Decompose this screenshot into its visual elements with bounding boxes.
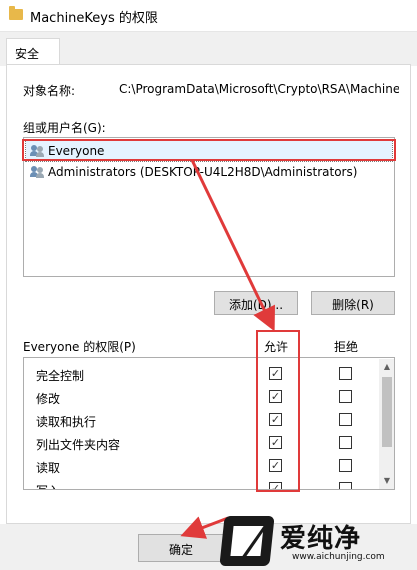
folder-icon — [9, 6, 23, 20]
permissions-label: Everyone 的权限(P) — [23, 340, 136, 354]
permissions-list[interactable]: 完全控制 ✓ 修改 ✓ 读取和执行 ✓ 列出文件夹内容 ✓ 读取 ✓ 写入 ✓ … — [23, 357, 395, 490]
permission-name: 读取和执行 — [36, 415, 97, 429]
permission-row: 写入 ✓ — [34, 478, 364, 489]
deny-checkbox[interactable] — [339, 459, 352, 472]
permission-row: 读取和执行 ✓ — [34, 409, 364, 432]
watermark-logo-icon — [219, 516, 275, 566]
permission-row: 列出文件夹内容 ✓ — [34, 432, 364, 455]
watermark-url: www.aichunjing.com — [292, 552, 385, 562]
scroll-up-arrow-icon[interactable]: ▲ — [379, 359, 394, 375]
deny-checkbox[interactable] — [339, 436, 352, 449]
permission-name: 读取 — [36, 461, 61, 475]
permissions-scrollbar[interactable]: ▲ ▼ — [379, 359, 394, 489]
scroll-down-arrow-icon[interactable]: ▼ — [379, 473, 394, 489]
tab-strip: 安全 — [0, 32, 417, 67]
highlight-allow-column — [256, 330, 300, 492]
list-item-administrators[interactable]: Administrators (DESKTOP-U4L2H8D\Administ… — [26, 162, 392, 182]
permission-row: 读取 ✓ — [34, 455, 364, 478]
permission-name: 完全控制 — [36, 369, 85, 383]
watermark-text: 爱纯净 — [280, 524, 362, 554]
window-title: MachineKeys 的权限 — [30, 11, 158, 26]
object-name-label: 对象名称: — [23, 84, 76, 98]
deny-checkbox[interactable] — [339, 482, 352, 489]
deny-checkbox[interactable] — [339, 390, 352, 403]
deny-column-header: 拒绝 — [334, 340, 359, 354]
object-name-value: C:\ProgramData\Microsoft\Crypto\RSA\Mach… — [119, 82, 399, 96]
list-item-label: Administrators (DESKTOP-U4L2H8D\Administ… — [48, 165, 358, 179]
deny-checkbox[interactable] — [339, 367, 352, 380]
title-bar: MachineKeys 的权限 — [0, 0, 417, 32]
permission-name: 修改 — [36, 392, 61, 406]
ok-button[interactable]: 确定 — [138, 534, 224, 562]
permission-name: 写入 — [36, 482, 60, 489]
group-list-label: 组或用户名(G): — [23, 121, 106, 135]
remove-button[interactable]: 删除(R) — [311, 291, 395, 315]
permission-name: 列出文件夹内容 — [36, 438, 121, 452]
deny-checkbox[interactable] — [339, 413, 352, 426]
permission-row: 修改 ✓ — [34, 386, 364, 409]
watermark: 爱纯净 www.aichunjing.com — [219, 516, 412, 566]
add-button[interactable]: 添加(D)... — [214, 291, 298, 315]
scroll-thumb[interactable] — [382, 377, 392, 447]
permission-row: 完全控制 ✓ — [34, 363, 364, 386]
users-icon — [30, 165, 45, 178]
tab-security[interactable]: 安全 — [6, 38, 60, 67]
highlight-everyone — [22, 139, 396, 161]
